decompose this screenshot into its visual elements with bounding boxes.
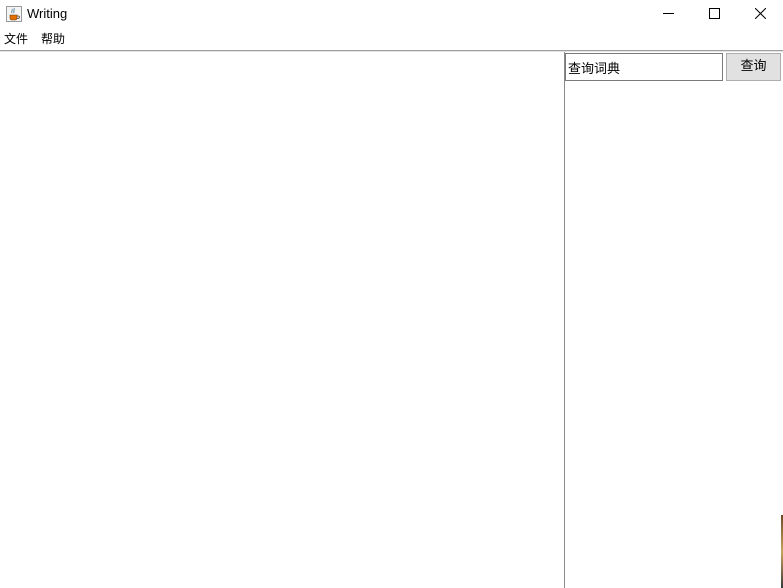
query-button[interactable]: 查询 <box>726 53 781 81</box>
menu-file[interactable]: 文件 <box>2 31 30 47</box>
writing-window: Writing 文件 帮助 查询词典 查询 <box>0 0 783 588</box>
close-icon <box>754 7 766 22</box>
minimize-button[interactable] <box>645 0 691 29</box>
dictionary-search-input[interactable] <box>565 53 723 81</box>
dictionary-results-area[interactable] <box>565 82 783 588</box>
maximize-icon <box>708 7 720 22</box>
writing-text-area[interactable] <box>0 52 564 588</box>
dictionary-panel: 查询 <box>565 52 783 588</box>
close-button[interactable] <box>737 0 783 29</box>
java-coffee-cup-icon <box>6 6 22 22</box>
title-bar[interactable]: Writing <box>0 0 783 29</box>
menu-bar: 文件 帮助 <box>0 29 783 49</box>
menu-help[interactable]: 帮助 <box>39 31 67 47</box>
maximize-button[interactable] <box>691 0 737 29</box>
minimize-icon <box>662 8 674 22</box>
window-title: Writing <box>27 6 68 21</box>
